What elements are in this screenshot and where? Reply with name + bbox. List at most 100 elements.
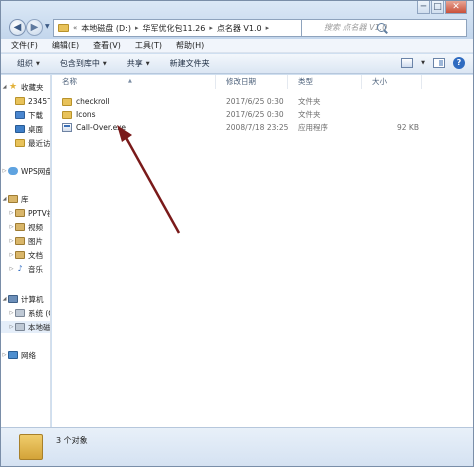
preview-pane-icon[interactable] — [433, 58, 445, 68]
column-header-name[interactable]: 名称 ▲ — [52, 75, 216, 89]
file-name-cell: checkroll — [62, 95, 110, 108]
expand-icon[interactable]: ◢ — [1, 196, 8, 202]
expand-icon[interactable]: ▷ — [1, 168, 8, 174]
file-name: Icons — [76, 110, 96, 119]
file-name: Call-Over.exe — [76, 123, 126, 132]
sidebar-item-label: PPTV视频 — [28, 208, 50, 218]
sort-ascending-icon: ▲ — [128, 78, 132, 84]
forward-button[interactable]: ▶ — [26, 19, 43, 36]
file-row-checkroll[interactable]: checkroll 2017/6/25 0:30 文件夹 — [52, 95, 473, 108]
folder-icon — [62, 110, 72, 119]
file-row-call-over-exe[interactable]: Call-Over.exe 2008/7/18 23:25 应用程序 92 KB — [52, 121, 473, 134]
new-folder-button[interactable]: 新建文件夹 — [160, 58, 220, 69]
back-arrow-icon: ◀ — [13, 22, 22, 33]
chevron-down-icon: ▼ — [36, 60, 40, 67]
computer-icon — [8, 295, 18, 303]
sidebar-item-label: 下载 — [28, 110, 43, 120]
expand-icon[interactable]: ◢ — [1, 296, 8, 302]
sidebar-item-desktop[interactable]: 桌面 — [1, 123, 43, 135]
breadcrumb-separator-icon[interactable]: ▸ — [266, 24, 270, 32]
sidebar-item-documents[interactable]: ▷ 文档 — [1, 249, 43, 261]
sidebar-item-downloads[interactable]: 下载 — [1, 109, 43, 121]
sidebar-item-local-disk-d[interactable]: ▷ 本地磁盘 (D:) — [1, 321, 50, 333]
menu-view[interactable]: 查看(V) — [93, 40, 121, 51]
column-header-size[interactable]: 大小 — [362, 75, 422, 89]
sidebar-item-music[interactable]: ▷ ♪ 音乐 — [1, 263, 43, 275]
sidebar-item-label: 2345下载 — [28, 96, 50, 106]
chevron-down-icon: ▼ — [145, 60, 150, 67]
breadcrumb-separator-icon[interactable]: ▸ — [209, 24, 213, 32]
help-icon[interactable]: ? — [453, 57, 465, 69]
share-button[interactable]: 共享 ▼ — [117, 58, 160, 69]
file-size — [397, 108, 417, 121]
change-view-icon[interactable] — [401, 58, 414, 68]
address-overflow[interactable]: « — [73, 24, 77, 32]
pptv-icon — [15, 209, 25, 217]
file-list: 名称 ▲ 修改日期 类型 大小 checkroll 2017/6/25 0:30… — [52, 75, 473, 427]
breadcrumb-folder[interactable]: 华军优化包11.26 — [142, 23, 205, 34]
column-header-date[interactable]: 修改日期 — [216, 75, 288, 89]
expand-icon[interactable]: ▷ — [8, 210, 15, 216]
share-label: 共享 — [126, 59, 143, 68]
menu-tools[interactable]: 工具(T) — [135, 40, 162, 51]
sidebar-item-computer[interactable]: ◢ 计算机 — [1, 293, 44, 305]
documents-icon — [15, 251, 25, 259]
sidebar-item-libraries[interactable]: ◢ 库 — [1, 193, 29, 205]
sidebar-item-wps-cloud[interactable]: ▷ WPS网盘 — [1, 165, 50, 177]
sidebar-item-favorites[interactable]: ◢ ★ 收藏夹 — [1, 81, 44, 93]
sidebar-item-label: 桌面 — [28, 124, 43, 134]
include-in-library-button[interactable]: 包含到库中 ▼ — [50, 58, 117, 69]
column-header-type[interactable]: 类型 — [288, 75, 362, 89]
view-controls: ▼ ? — [401, 57, 465, 69]
file-name-cell: Icons — [62, 108, 96, 121]
sidebar-item-network[interactable]: ▷ 网络 — [1, 349, 36, 361]
folder-icon — [62, 97, 72, 106]
sidebar-item-system-c[interactable]: ▷ 系统 (C:) — [1, 307, 50, 319]
sidebar-item-2345-downloads[interactable]: 2345下载 — [1, 95, 50, 107]
organize-button[interactable]: 组织 ▼ — [7, 58, 50, 69]
forward-arrow-icon: ▶ — [30, 22, 39, 33]
expand-icon[interactable]: ▷ — [8, 310, 15, 316]
folder-icon — [58, 24, 69, 32]
file-row-icons[interactable]: Icons 2017/6/25 0:30 文件夹 — [52, 108, 473, 121]
minimize-button[interactable]: ─ — [417, 1, 430, 14]
sidebar-item-label: 文档 — [28, 250, 43, 260]
expand-icon[interactable]: ◢ — [1, 84, 8, 90]
expand-icon[interactable]: ▷ — [8, 266, 15, 272]
organize-label: 组织 — [17, 59, 33, 68]
title-bar: ─ □ ✕ ◀ ▶ ▼ « 本地磁盘 (D:) ▸ 华军优化包11.26 ▸ 点… — [1, 1, 473, 39]
downloads-icon — [15, 111, 25, 119]
video-icon — [15, 223, 25, 231]
sidebar-item-label: 系统 (C:) — [28, 308, 50, 318]
desktop-icon — [15, 125, 25, 133]
close-button[interactable]: ✕ — [445, 1, 467, 14]
expand-icon[interactable]: ▷ — [1, 352, 8, 358]
drive-icon — [15, 309, 25, 317]
expand-icon[interactable]: ▷ — [8, 224, 15, 230]
expand-icon[interactable]: ▷ — [8, 238, 15, 244]
menu-edit[interactable]: 编辑(E) — [52, 40, 79, 51]
menu-file[interactable]: 文件(F) — [11, 40, 38, 51]
search-icon[interactable] — [377, 23, 386, 32]
maximize-button[interactable]: □ — [431, 1, 444, 14]
sidebar-item-label: 网络 — [21, 350, 36, 360]
expand-icon[interactable]: ▷ — [8, 252, 15, 258]
breadcrumb-drive[interactable]: 本地磁盘 (D:) — [81, 23, 131, 34]
back-button[interactable]: ◀ — [9, 19, 26, 36]
breadcrumb-current[interactable]: 点名器 V1.0 — [217, 23, 262, 34]
column-label: 名称 — [62, 77, 77, 86]
file-size: 92 KB — [397, 123, 419, 132]
pictures-icon — [15, 237, 25, 245]
expand-icon[interactable]: ▷ — [8, 324, 15, 330]
sidebar-item-recent-places[interactable]: 最近访问的位置 — [1, 137, 50, 149]
chevron-down-icon[interactable]: ▼ — [421, 60, 425, 66]
sidebar-item-pptv-video[interactable]: ▷ PPTV视频 — [1, 207, 50, 219]
recent-pages-dropdown-icon[interactable]: ▼ — [45, 23, 50, 30]
sidebar-item-videos[interactable]: ▷ 视频 — [1, 221, 43, 233]
breadcrumb-separator-icon[interactable]: ▸ — [135, 24, 139, 32]
sidebar-item-label: 库 — [21, 194, 29, 204]
menu-help[interactable]: 帮助(H) — [176, 40, 204, 51]
recent-icon — [15, 139, 25, 147]
sidebar-item-pictures[interactable]: ▷ 图片 — [1, 235, 43, 247]
drive-icon — [15, 323, 25, 331]
